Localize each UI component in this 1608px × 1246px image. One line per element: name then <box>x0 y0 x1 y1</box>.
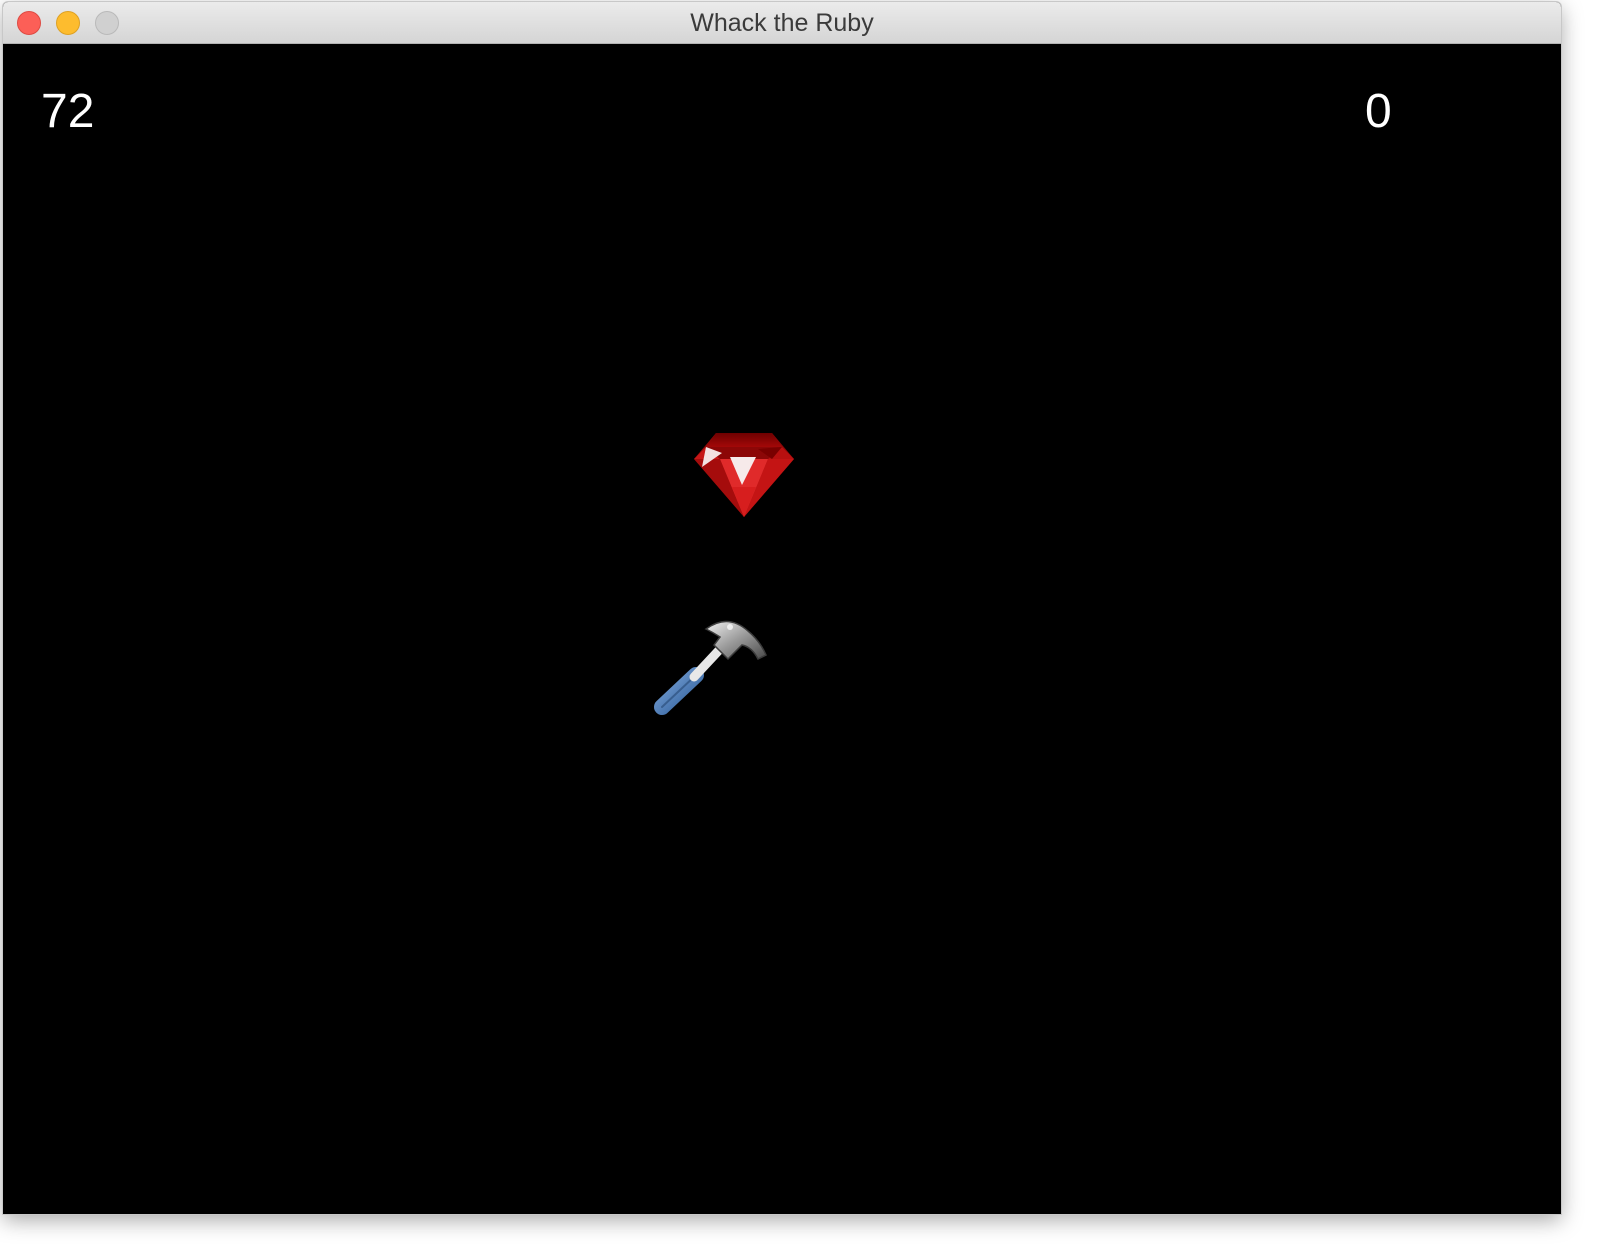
title-bar[interactable]: Whack the Ruby <box>3 2 1561 44</box>
ruby-icon[interactable] <box>692 429 796 519</box>
score-counter: 0 <box>1365 85 1392 138</box>
window-title: Whack the Ruby <box>690 9 874 37</box>
game-canvas[interactable]: 72 0 <box>3 44 1561 1214</box>
time-remaining: 72 <box>41 85 95 138</box>
hammer-icon <box>654 620 767 715</box>
game-window: Whack the Ruby 72 0 <box>3 2 1561 1214</box>
